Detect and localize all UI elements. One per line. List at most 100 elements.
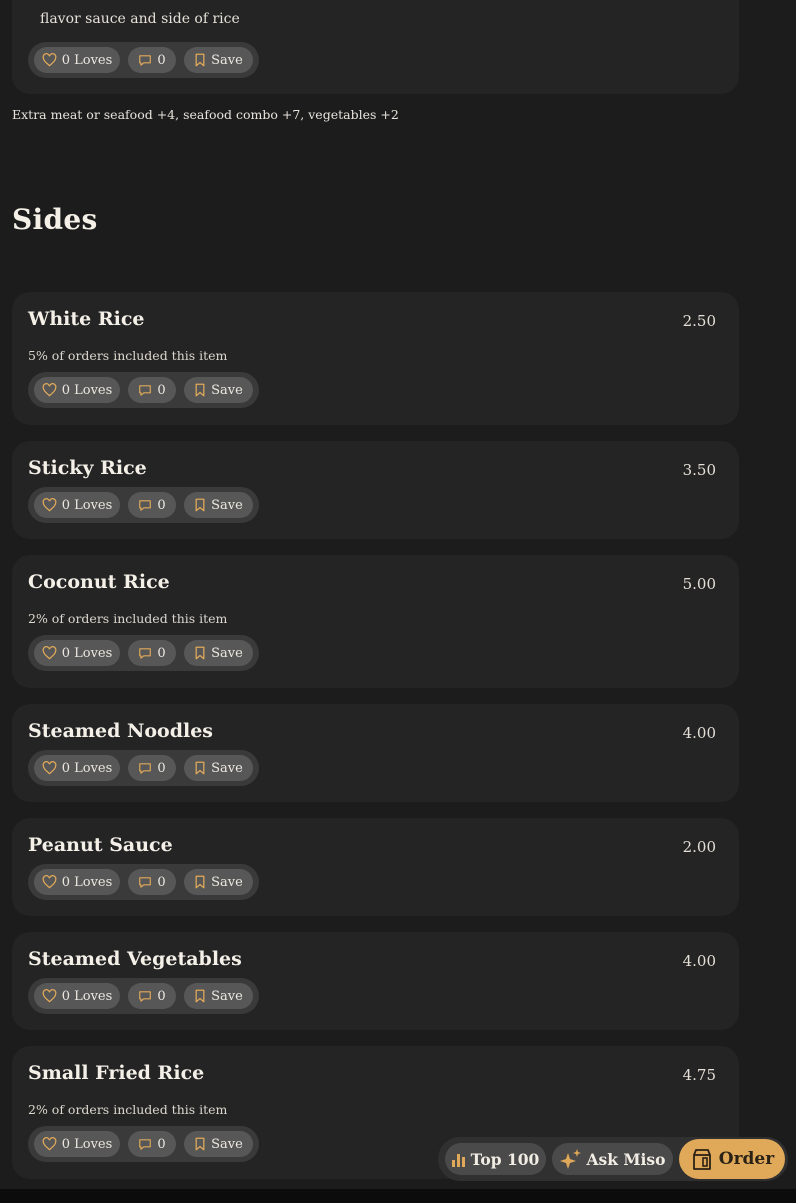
loves-count: 0 Loves: [61, 988, 113, 1004]
save-button[interactable]: Save: [184, 1131, 253, 1157]
item-price: 2.00: [682, 838, 716, 856]
bottom-edge: [0, 1189, 796, 1203]
love-button[interactable]: 0 Loves: [34, 377, 120, 403]
comments-button[interactable]: 0: [128, 640, 176, 666]
menu-item-card[interactable]: Peanut Sauce 2.00 0 Loves 0 Save: [12, 818, 739, 916]
save-label: Save: [211, 874, 243, 890]
comments-button[interactable]: 0: [128, 755, 176, 781]
comments-button[interactable]: 0: [128, 983, 176, 1009]
comments-count: 0: [157, 874, 166, 890]
menu-item-card-partial[interactable]: flavor sauce and side of rice 0 Loves 0 …: [12, 0, 739, 94]
item-price: 4.75: [682, 1066, 716, 1084]
comment-icon: [139, 384, 152, 396]
item-price: 3.50: [682, 461, 716, 479]
comments-button[interactable]: 0: [128, 47, 176, 73]
comment-icon: [139, 647, 152, 659]
comments-count: 0: [157, 52, 166, 68]
bookmark-icon: [195, 498, 205, 512]
love-button[interactable]: 0 Loves: [34, 1131, 120, 1157]
comments-count: 0: [157, 645, 166, 661]
save-label: Save: [211, 645, 243, 661]
comments-button[interactable]: 0: [128, 492, 176, 518]
item-name: Peanut Sauce: [28, 834, 173, 856]
save-label: Save: [211, 382, 243, 398]
comment-icon: [139, 990, 152, 1002]
menu-item-card[interactable]: Coconut Rice 5.00 2% of orders included …: [12, 555, 739, 688]
save-label: Save: [211, 1136, 243, 1152]
item-actions: 0 Loves 0 Save: [28, 1126, 259, 1162]
save-label: Save: [211, 497, 243, 513]
bookmark-icon: [195, 989, 205, 1003]
item-description: flavor sauce and side of rice: [40, 11, 240, 27]
heart-icon: [42, 383, 57, 397]
bookmark-icon: [195, 875, 205, 889]
save-label: Save: [211, 52, 243, 68]
item-name: Steamed Noodles: [28, 720, 213, 742]
save-label: Save: [211, 988, 243, 1004]
item-actions: 0 Loves 0 Save: [28, 978, 259, 1014]
item-price: 4.00: [682, 724, 716, 742]
loves-count: 0 Loves: [61, 382, 113, 398]
comments-count: 0: [157, 1136, 166, 1152]
modifiers-note: Extra meat or seafood +4, seafood combo …: [12, 107, 399, 122]
item-name: Steamed Vegetables: [28, 948, 242, 970]
heart-icon: [42, 875, 57, 889]
bookmark-icon: [195, 1137, 205, 1151]
comments-count: 0: [157, 382, 166, 398]
comment-icon: [139, 54, 152, 66]
menu-item-card[interactable]: Steamed Vegetables 4.00 0 Loves 0 Save: [12, 932, 739, 1030]
bookmark-icon: [195, 383, 205, 397]
item-name: Small Fried Rice: [28, 1062, 205, 1084]
save-button[interactable]: Save: [184, 755, 253, 781]
item-name: Coconut Rice: [28, 571, 170, 593]
save-button[interactable]: Save: [184, 492, 253, 518]
love-button[interactable]: 0 Loves: [34, 492, 120, 518]
section-title: Sides: [12, 203, 98, 236]
ask-miso-button[interactable]: Ask Miso: [552, 1143, 673, 1175]
comments-count: 0: [157, 497, 166, 513]
comment-icon: [139, 876, 152, 888]
menu-item-card[interactable]: Sticky Rice 3.50 0 Loves 0 Save: [12, 441, 739, 539]
comments-button[interactable]: 0: [128, 869, 176, 895]
comments-button[interactable]: 0: [128, 1131, 176, 1157]
loves-count: 0 Loves: [61, 52, 113, 68]
save-button[interactable]: Save: [184, 640, 253, 666]
loves-count: 0 Loves: [61, 1136, 113, 1152]
comment-icon: [139, 762, 152, 774]
heart-icon: [42, 1137, 57, 1151]
save-button[interactable]: Save: [184, 47, 253, 73]
save-button[interactable]: Save: [184, 377, 253, 403]
menu-item-card[interactable]: Steamed Noodles 4.00 0 Loves 0 Save: [12, 704, 739, 802]
love-button[interactable]: 0 Loves: [34, 869, 120, 895]
item-actions: 0 Loves 0 Save: [28, 635, 259, 671]
love-button[interactable]: 0 Loves: [34, 47, 120, 73]
item-name: Sticky Rice: [28, 457, 147, 479]
love-button[interactable]: 0 Loves: [34, 640, 120, 666]
save-button[interactable]: Save: [184, 983, 253, 1009]
bookmark-icon: [195, 761, 205, 775]
loves-count: 0 Loves: [61, 645, 113, 661]
top-100-button[interactable]: Top 100: [445, 1143, 546, 1175]
loves-count: 0 Loves: [61, 874, 113, 890]
item-actions: 0 Loves 0 Save: [28, 864, 259, 900]
top-100-label: Top 100: [470, 1149, 540, 1169]
order-label: Order: [718, 1149, 775, 1169]
sparkle-icon: [559, 1149, 581, 1169]
floating-action-bar: Top 100 Ask Miso Order: [438, 1137, 788, 1181]
heart-icon: [42, 53, 57, 67]
item-actions: 0 Loves 0 Save: [28, 372, 259, 408]
comments-count: 0: [157, 760, 166, 776]
save-button[interactable]: Save: [184, 869, 253, 895]
item-actions: 0 Loves 0 Save: [28, 487, 259, 523]
order-button[interactable]: Order: [679, 1139, 785, 1179]
item-price: 5.00: [682, 575, 716, 593]
ask-miso-label: Ask Miso: [586, 1149, 666, 1169]
heart-icon: [42, 761, 57, 775]
menu-page: flavor sauce and side of rice 0 Loves 0 …: [0, 0, 796, 1203]
item-actions: 0 Loves 0 Save: [28, 42, 259, 78]
love-button[interactable]: 0 Loves: [34, 983, 120, 1009]
menu-item-card[interactable]: White Rice 2.50 5% of orders included th…: [12, 292, 739, 425]
item-price: 4.00: [682, 952, 716, 970]
love-button[interactable]: 0 Loves: [34, 755, 120, 781]
comments-button[interactable]: 0: [128, 377, 176, 403]
